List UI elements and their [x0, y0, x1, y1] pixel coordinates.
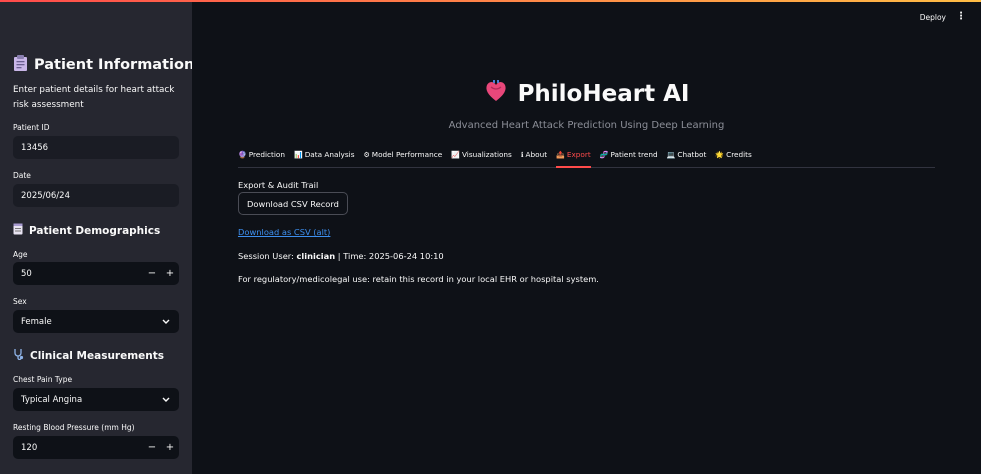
dna-icon: 🧬	[599, 151, 609, 159]
line-chart-icon: 📈	[451, 151, 460, 159]
main-area: Deploy ⋮ PhiloHeart AI Advanced Heart At…	[192, 2, 981, 474]
tab-about[interactable]: ℹ About	[521, 148, 547, 168]
session-info: Session User: clinician | Time: 2025-06-…	[238, 251, 444, 261]
demographics-title: Patient Demographics	[29, 224, 161, 237]
patient-id-label: Patient ID	[13, 123, 50, 132]
star-icon: 🌟	[715, 151, 725, 159]
tab-patient-trend[interactable]: 🧬 Patient trend	[600, 148, 658, 168]
tab-label: Patient trend	[610, 150, 658, 159]
app-title: PhiloHeart AI	[192, 79, 981, 109]
tab-label: Data Analysis	[304, 150, 355, 159]
tab-export[interactable]: 📤 Export	[556, 148, 591, 168]
bp-increment-button[interactable]: +	[161, 442, 179, 453]
tab-chatbot[interactable]: 💻 Chatbot	[667, 148, 707, 168]
app-title-text: PhiloHeart AI	[517, 81, 690, 107]
demographics-heading: Patient Demographics	[13, 223, 160, 238]
stethoscope-icon	[13, 348, 24, 363]
computer-icon: 💻	[666, 151, 676, 159]
outbox-icon: 📤	[556, 151, 565, 159]
sidebar-title-text: Patient Information	[34, 57, 192, 73]
gear-icon: ⚙	[363, 151, 370, 159]
bp-stepper: − +	[143, 436, 179, 459]
tab-label: Visualizations	[461, 150, 512, 159]
age-decrement-button[interactable]: −	[143, 268, 161, 279]
tab-label: Prediction	[248, 150, 285, 159]
deploy-button[interactable]: Deploy	[920, 13, 946, 22]
sex-select[interactable]: Female	[13, 310, 179, 333]
tab-model-performance[interactable]: ⚙ Model Performance	[364, 148, 443, 168]
tab-label: About	[525, 150, 548, 159]
bar-chart-icon: 📊	[293, 151, 303, 159]
patient-id-input[interactable]: 13456	[13, 136, 179, 159]
tab-visualizations[interactable]: 📈 Visualizations	[451, 148, 512, 168]
sidebar: Patient Information Enter patient detail…	[0, 2, 192, 474]
tab-label: Model Performance	[371, 150, 443, 159]
sex-label: Sex	[13, 297, 27, 306]
chest-pain-select[interactable]: Typical Angina	[13, 388, 179, 411]
tab-label: Export	[566, 150, 591, 159]
sex-value: Female	[21, 316, 52, 327]
session-time: | Time: 2025-06-24 10:10	[335, 251, 444, 261]
tab-label: Chatbot	[677, 150, 707, 159]
clipboard-icon	[13, 55, 28, 75]
date-input[interactable]: 2025/06/24	[13, 184, 179, 207]
clinical-title: Clinical Measurements	[30, 349, 165, 362]
bp-value: 120	[21, 442, 38, 453]
info-icon: ℹ	[520, 151, 524, 159]
anatomical-heart-icon	[484, 79, 508, 109]
tab-prediction[interactable]: 🔮 Prediction	[238, 148, 285, 168]
sidebar-title: Patient Information	[13, 55, 192, 75]
retention-note: For regulatory/medicolegal use: retain t…	[238, 274, 599, 284]
export-heading: Export & Audit Trail	[238, 180, 319, 190]
date-value: 2025/06/24	[21, 190, 70, 201]
session-user: clinician	[296, 251, 336, 261]
app-subtitle: Advanced Heart Attack Prediction Using D…	[448, 120, 725, 131]
download-csv-button[interactable]: Download CSV Record	[238, 192, 348, 215]
age-stepper: − +	[143, 262, 179, 285]
tab-data-analysis[interactable]: 📊 Data Analysis	[294, 148, 355, 168]
tab-label: Credits	[726, 150, 752, 159]
clinical-heading: Clinical Measurements	[13, 348, 164, 363]
main-menu-button[interactable]: ⋮	[956, 11, 966, 22]
session-prefix: Session User:	[238, 251, 297, 261]
notepad-icon	[13, 223, 23, 238]
date-label: Date	[13, 171, 31, 180]
age-increment-button[interactable]: +	[161, 268, 179, 279]
age-label: Age	[13, 250, 28, 259]
age-number-input[interactable]: 50 − +	[13, 262, 179, 285]
bp-label: Resting Blood Pressure (mm Hg)	[13, 423, 135, 432]
sidebar-description: Enter patient details for heart attack r…	[13, 85, 175, 110]
tab-bar: 🔮 Prediction 📊 Data Analysis ⚙ Model Perfor…	[238, 148, 935, 168]
chevron-down-icon	[162, 395, 170, 404]
bp-decrement-button[interactable]: −	[143, 442, 161, 453]
chevron-down-icon	[162, 317, 170, 326]
patient-id-value: 13456	[21, 142, 49, 153]
bp-number-input[interactable]: 120 − +	[13, 436, 179, 459]
crystal-ball-icon: 🔮	[238, 151, 247, 159]
age-value: 50	[21, 268, 32, 279]
download-csv-alt-link[interactable]: Download as CSV (alt)	[238, 227, 330, 237]
tab-credits[interactable]: 🌟 Credits	[715, 148, 751, 168]
chest-pain-value: Typical Angina	[21, 394, 83, 405]
chest-pain-label: Chest Pain Type	[13, 375, 73, 384]
